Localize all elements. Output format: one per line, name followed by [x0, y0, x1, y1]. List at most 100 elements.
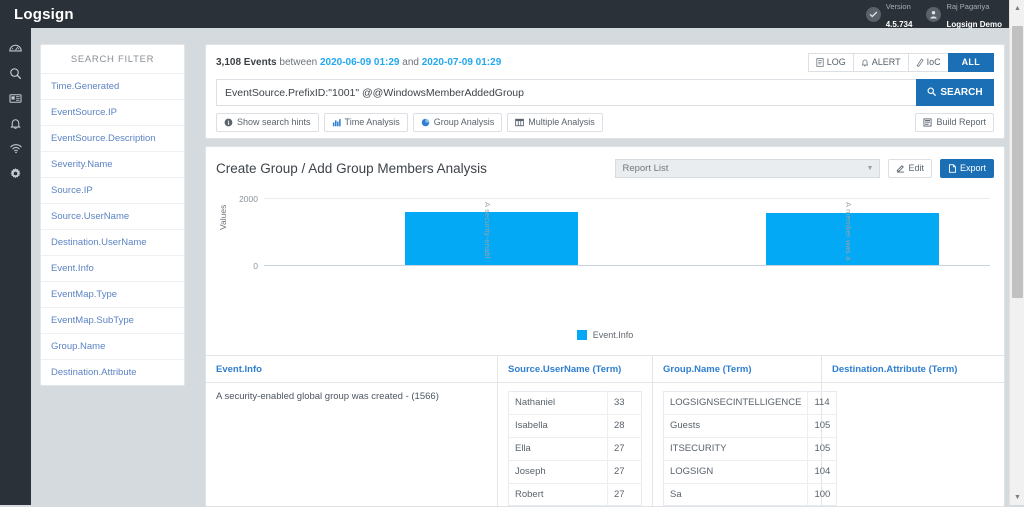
show-search-hints-button[interactable]: Show search hints	[216, 113, 319, 132]
version-info: Version 4.5.734	[865, 0, 912, 32]
count-cell: 27	[607, 437, 642, 461]
multiple-analysis-button[interactable]: Multiple Analysis	[507, 113, 603, 132]
browser-scrollbar[interactable]: ▲ ▼	[1009, 0, 1024, 505]
group-analysis-button[interactable]: Group Analysis	[412, 113, 503, 132]
term-cell: Guests	[663, 414, 808, 438]
table-row[interactable]: Ella 27	[508, 437, 642, 461]
search-icon	[927, 86, 937, 99]
table-row[interactable]: Nathaniel 33	[508, 391, 642, 415]
search-button[interactable]: SEARCH	[916, 79, 994, 106]
topbar-right-group: Version 4.5.734 Raj Pagariya Logsign Dem…	[852, 0, 1024, 29]
sidebar-item-alerts[interactable]	[0, 111, 31, 136]
sidebar-item-group-name[interactable]: Group.Name	[41, 334, 184, 360]
version-label: Version	[885, 1, 911, 11]
table-row[interactable]: LOGSIGNSECINTELLIGENCE 114	[663, 391, 837, 415]
query-box: SEARCH	[216, 79, 994, 106]
build-report-label: Build Report	[936, 117, 986, 127]
log-file-icon	[816, 57, 824, 67]
user-avatar-icon	[926, 6, 942, 22]
tab-alert[interactable]: ALERT	[852, 53, 909, 72]
count-cell: 27	[607, 483, 642, 506]
user-org: Logsign Demo	[946, 20, 1002, 29]
chart-x-label-2: A member was a	[844, 202, 853, 261]
export-button-label: Export	[959, 163, 986, 173]
scroll-up-arrow-icon[interactable]: ▲	[1010, 1, 1024, 15]
table-row[interactable]: Guests 105	[663, 414, 837, 438]
sidebar-item-reports[interactable]	[0, 86, 31, 111]
main-content: 3,108 Events between 2020-06-09 01:29 an…	[205, 44, 1005, 507]
count-cell: 33	[607, 391, 642, 415]
sidebar-item-source-username[interactable]: Source.UserName	[41, 204, 184, 230]
build-report-button[interactable]: Build Report	[915, 113, 994, 132]
term-cell: Nathaniel	[508, 391, 608, 415]
info-circle-icon	[224, 118, 233, 127]
report-controls: Report List ▼ Edit Export	[615, 159, 994, 178]
tab-ioc-label: IoC	[926, 57, 941, 67]
count-cell: 27	[607, 460, 642, 484]
report-list-value: Report List	[622, 163, 669, 174]
chart-y-tick-max: 2000	[239, 194, 258, 204]
scrollbar-thumb[interactable]	[1012, 26, 1023, 298]
date-from: 2020-06-09 01:29	[319, 57, 400, 68]
export-button[interactable]: Export	[939, 159, 994, 178]
tab-log[interactable]: LOG	[807, 53, 854, 72]
user-name: Raj Pagariya	[946, 1, 990, 11]
event-count: 3,108 Events	[216, 57, 277, 68]
and-word: and	[402, 57, 419, 68]
analysis-tables: Event.Info A security-enabled global gro…	[206, 355, 1004, 507]
tab-alert-label: ALERT	[871, 57, 901, 67]
search-filter-list: Time.Generated EventSource.IP EventSourc…	[41, 74, 184, 385]
brand-logo[interactable]: Logsign	[0, 6, 180, 23]
date-to: 2020-07-09 01:29	[421, 57, 502, 68]
table-row[interactable]: Sa 100	[664, 483, 837, 506]
scroll-down-arrow-icon[interactable]: ▼	[1010, 490, 1024, 504]
search-input[interactable]	[216, 79, 916, 106]
tab-log-label: LOG	[826, 57, 846, 67]
sidebar-item-destination-username[interactable]: Destination.UserName	[41, 230, 184, 256]
report-list-select[interactable]: Report List ▼	[615, 159, 881, 178]
bar-chart: Values 2000 0 A security-enabl A member …	[206, 190, 1004, 355]
dashboard-icon	[9, 42, 22, 55]
term-cell: Joseph	[508, 460, 608, 484]
table-row[interactable]: ITSECURITY 105	[663, 437, 837, 461]
table-header: Destination.Attribute (Term)	[822, 356, 1004, 383]
table-row[interactable]: Joseph 27	[508, 460, 642, 484]
search-button-label: SEARCH	[940, 87, 983, 98]
sidebar-item-eventsource-description[interactable]: EventSource.Description	[41, 126, 184, 152]
table-row[interactable]: Robert 27	[509, 483, 642, 506]
sidebar-item-settings[interactable]	[0, 161, 31, 186]
table-row[interactable]: LOGSIGN 104	[663, 460, 837, 484]
table-column-source-username: Source.UserName (Term) Nathaniel 33 Isab…	[498, 356, 653, 507]
sidebar-item-network[interactable]	[0, 136, 31, 161]
sidebar-item-severity-name[interactable]: Severity.Name	[41, 152, 184, 178]
table-column-destination-attribute: Destination.Attribute (Term)	[822, 356, 1004, 506]
bar-chart-icon	[332, 118, 341, 127]
table-column-event-info: Event.Info A security-enabled global gro…	[206, 356, 498, 507]
sidebar-item-dashboard[interactable]	[0, 36, 31, 61]
user-menu[interactable]: Raj Pagariya Logsign Demo	[926, 0, 1002, 32]
time-analysis-button[interactable]: Time Analysis	[323, 113, 408, 132]
sidebar-item-event-info[interactable]: Event.Info	[41, 256, 184, 282]
table-header: Event.Info	[206, 356, 497, 383]
sidebar-item-eventsource-ip[interactable]: EventSource.IP	[41, 100, 184, 126]
chart-y-tick-min: 0	[253, 261, 258, 271]
tab-all[interactable]: ALL	[947, 53, 994, 72]
sidebar-item-search[interactable]	[0, 61, 31, 86]
legend-swatch	[576, 330, 587, 340]
settings-gear-icon	[9, 167, 22, 180]
network-wifi-icon	[9, 142, 23, 155]
table-row[interactable]: Isabella 28	[508, 414, 642, 438]
show-search-hints-label: Show search hints	[237, 117, 311, 127]
time-analysis-label: Time Analysis	[344, 117, 400, 127]
chart-plot-area: 2000 0 A security-enabl A member was a	[239, 194, 990, 271]
toolbar-right-group: Build Report	[915, 113, 994, 132]
sidebar-item-eventmap-type[interactable]: EventMap.Type	[41, 282, 184, 308]
edit-button[interactable]: Edit	[888, 159, 932, 178]
sidebar-item-destination-attribute[interactable]: Destination.Attribute	[41, 360, 184, 385]
sidebar-item-source-ip[interactable]: Source.IP	[41, 178, 184, 204]
tab-ioc[interactable]: IoC	[907, 53, 949, 72]
sidebar-item-time-generated[interactable]: Time.Generated	[41, 74, 184, 100]
event-summary: 3,108 Events between 2020-06-09 01:29 an…	[216, 57, 501, 68]
list-item: A security-enabled global group was crea…	[216, 391, 439, 402]
sidebar-item-eventmap-subtype[interactable]: EventMap.SubType	[41, 308, 184, 334]
